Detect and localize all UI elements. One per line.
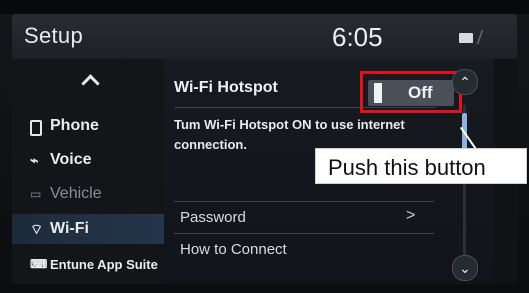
hotspot-row: Wi-Fi Hotspot Off — [174, 71, 462, 113]
how-to-connect-row[interactable]: How to Connect — [174, 234, 434, 264]
sidebar-item-label: Phone — [50, 117, 99, 134]
sidebar-item-entune[interactable]: ⌨ Entune App Suite — [12, 249, 164, 279]
sidebar-item-wifi[interactable]: ⌔ Wi-Fi — [12, 214, 167, 244]
hotspot-label: Wi-Fi Hotspot — [174, 79, 278, 96]
sidebar-item-vehicle[interactable]: ▭ Vehicle — [12, 179, 164, 209]
sidebar-item-label: Voice — [50, 151, 92, 168]
callout-box: Push this button — [315, 148, 527, 184]
sidebar-item-label: Wi-Fi — [50, 220, 89, 237]
highlight-box: Off — [360, 71, 462, 113]
password-row[interactable]: Password > — [174, 202, 434, 232]
apps-icon: ⌨ — [30, 257, 48, 271]
hotspot-toggle-button[interactable]: Off — [368, 80, 454, 106]
wifi-icon: ⌔ — [30, 221, 44, 237]
scroll-down-icon[interactable]: ⌄ — [452, 255, 478, 281]
page-title: Setup — [24, 23, 83, 48]
how-to-connect-label: How to Connect — [180, 241, 287, 258]
sidebar-item-label: Vehicle — [50, 185, 102, 202]
sidebar-item-label: Entune App Suite — [50, 257, 158, 272]
chevron-right-icon: > — [406, 207, 416, 224]
scroll-up-icon[interactable]: ⌃ — [452, 69, 478, 95]
sidebar-item-voice[interactable]: ⌁ Voice — [12, 145, 164, 175]
vehicle-icon: ▭ — [30, 187, 42, 201]
voice-icon: ⌁ — [30, 152, 39, 168]
toggle-state: Off — [408, 83, 433, 102]
status-icon — [459, 33, 473, 43]
sidebar-item-phone[interactable]: Phone — [12, 111, 164, 141]
signal-icon — [476, 30, 498, 44]
header-bar: Setup 6:05 — [12, 14, 517, 59]
sidebar-scroll-up-icon[interactable] — [81, 74, 100, 93]
bezel — [0, 0, 529, 14]
callout-text: Push this button — [328, 155, 486, 180]
clock: 6:05 — [332, 22, 383, 52]
phone-icon — [30, 120, 42, 136]
sidebar: Phone ⌁ Voice ▭ Vehicle ⌔ Wi-Fi ⌨ Entune… — [12, 59, 167, 284]
head-unit-photo: Setup 6:05 Phone ⌁ Voice ▭ Vehicle ⌔ Wi-… — [0, 0, 529, 293]
password-label: Password — [180, 209, 246, 226]
toggle-knob — [374, 83, 382, 103]
